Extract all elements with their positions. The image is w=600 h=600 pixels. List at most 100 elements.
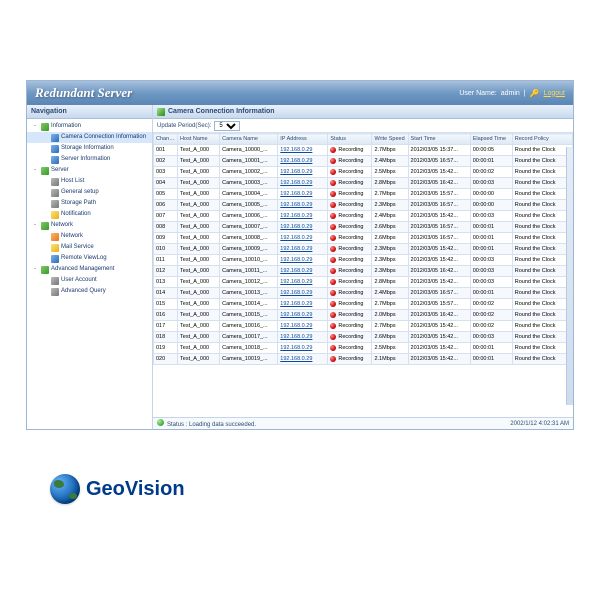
column-header[interactable]: Elapsed Time	[470, 134, 512, 145]
ip-link[interactable]: 192.168.0.29	[280, 334, 312, 340]
table-cell: 00:00:01	[470, 156, 512, 167]
logout-link[interactable]: Logout	[544, 90, 565, 97]
table-row[interactable]: 007Test_A_000Camera_10006_...192.168.0.2…	[154, 211, 573, 222]
table-row[interactable]: 020Test_A_000Camera_10019_...192.168.0.2…	[154, 354, 573, 365]
tree-item[interactable]: Storage Path	[27, 198, 152, 209]
navigation-tree[interactable]: -InformationCamera Connection Informatio…	[27, 119, 152, 429]
table-row[interactable]: 002Test_A_000Camera_10001_...192.168.0.2…	[154, 156, 573, 167]
collapse-icon[interactable]: -	[31, 123, 39, 131]
table-cell: Test_A_000	[178, 255, 220, 266]
table-row[interactable]: 014Test_A_000Camera_10013_...192.168.0.2…	[154, 288, 573, 299]
ip-link[interactable]: 192.168.0.29	[280, 202, 312, 208]
tree-item[interactable]: General setup	[27, 187, 152, 198]
tree-item[interactable]: -Network	[27, 220, 152, 231]
table-cell: 192.168.0.29	[278, 189, 328, 200]
ip-link[interactable]: 192.168.0.29	[280, 268, 312, 274]
tree-item[interactable]: Camera Connection Information	[27, 132, 152, 143]
table-row[interactable]: 001Test_A_000Camera_10000_...192.168.0.2…	[154, 145, 573, 156]
ip-link[interactable]: 192.168.0.29	[280, 301, 312, 307]
ip-link[interactable]: 192.168.0.29	[280, 191, 312, 197]
table-cell: 00:00:01	[470, 222, 512, 233]
table-row[interactable]: 018Test_A_000Camera_10017_...192.168.0.2…	[154, 332, 573, 343]
column-header[interactable]: Record Policy	[512, 134, 572, 145]
tree-item[interactable]: Notification	[27, 209, 152, 220]
table-cell: Camera_10003_...	[220, 178, 278, 189]
ip-link[interactable]: 192.168.0.29	[280, 235, 312, 241]
table-cell: 192.168.0.29	[278, 145, 328, 156]
collapse-icon[interactable]: -	[31, 167, 39, 175]
tree-item[interactable]: Advanced Query	[27, 286, 152, 297]
tree-item[interactable]: -Information	[27, 121, 152, 132]
tree-item[interactable]: Host List	[27, 176, 152, 187]
ip-link[interactable]: 192.168.0.29	[280, 279, 312, 285]
table-cell: 002	[154, 156, 178, 167]
status-label: Recording	[338, 301, 363, 307]
table-cell: 192.168.0.29	[278, 211, 328, 222]
tree-item[interactable]: Server Information	[27, 154, 152, 165]
tree-item[interactable]: Network	[27, 231, 152, 242]
recording-icon	[330, 235, 336, 241]
table-cell: 2012/03/05 15:57...	[408, 189, 470, 200]
table-row[interactable]: 008Test_A_000Camera_10007_...192.168.0.2…	[154, 222, 573, 233]
table-row[interactable]: 006Test_A_000Camera_10005_...192.168.0.2…	[154, 200, 573, 211]
tree-item[interactable]: Storage Information	[27, 143, 152, 154]
table-cell: 00:00:02	[470, 299, 512, 310]
brand-logo: GeoVision	[50, 474, 185, 504]
ip-link[interactable]: 192.168.0.29	[280, 312, 312, 318]
table-cell: Camera_10019_...	[220, 354, 278, 365]
ip-link[interactable]: 192.168.0.29	[280, 169, 312, 175]
table-row[interactable]: 019Test_A_000Camera_10018_...192.168.0.2…	[154, 343, 573, 354]
table-row[interactable]: 015Test_A_000Camera_10014_...192.168.0.2…	[154, 299, 573, 310]
update-period-select[interactable]: 5	[214, 121, 240, 131]
ip-link[interactable]: 192.168.0.29	[280, 345, 312, 351]
tree-spacer	[41, 211, 49, 219]
collapse-icon[interactable]: -	[31, 266, 39, 274]
collapse-icon[interactable]: -	[31, 222, 39, 230]
table-row[interactable]: 004Test_A_000Camera_10003_...192.168.0.2…	[154, 178, 573, 189]
table-cell: 00:00:03	[470, 255, 512, 266]
tree-item[interactable]: -Server	[27, 165, 152, 176]
column-header[interactable]: IP Address	[278, 134, 328, 145]
tree-item[interactable]: -Advanced Management	[27, 264, 152, 275]
column-header[interactable]: Host Name	[178, 134, 220, 145]
ip-link[interactable]: 192.168.0.29	[280, 246, 312, 252]
ip-link[interactable]: 192.168.0.29	[280, 158, 312, 164]
table-cell: 2.4Mbps	[372, 211, 408, 222]
table-cell: Test_A_000	[178, 156, 220, 167]
table-cell: Camera_10017_...	[220, 332, 278, 343]
table-cell: Round the Clock	[512, 288, 572, 299]
ip-link[interactable]: 192.168.0.29	[280, 290, 312, 296]
column-header[interactable]: Camera Name	[220, 134, 278, 145]
table-cell: Camera_10018_...	[220, 343, 278, 354]
table-cell: 004	[154, 178, 178, 189]
table-cell: 011	[154, 255, 178, 266]
ip-link[interactable]: 192.168.0.29	[280, 257, 312, 263]
table-row[interactable]: 005Test_A_000Camera_10004_...192.168.0.2…	[154, 189, 573, 200]
table-row[interactable]: 009Test_A_000Camera_10008_...192.168.0.2…	[154, 233, 573, 244]
table-row[interactable]: 016Test_A_000Camera_10015_...192.168.0.2…	[154, 310, 573, 321]
ip-link[interactable]: 192.168.0.29	[280, 213, 312, 219]
table-row[interactable]: 013Test_A_000Camera_10012_...192.168.0.2…	[154, 277, 573, 288]
tree-item[interactable]: Remote ViewLog	[27, 253, 152, 264]
recording-icon	[330, 334, 336, 340]
column-header[interactable]: Status	[328, 134, 372, 145]
tree-item[interactable]: User Account	[27, 275, 152, 286]
ip-link[interactable]: 192.168.0.29	[280, 356, 312, 362]
column-header[interactable]: Start Time	[408, 134, 470, 145]
tree-item[interactable]: Mail Service	[27, 242, 152, 253]
table-row[interactable]: 012Test_A_000Camera_10011_...192.168.0.2…	[154, 266, 573, 277]
table-row[interactable]: 003Test_A_000Camera_10002_...192.168.0.2…	[154, 167, 573, 178]
ip-link[interactable]: 192.168.0.29	[280, 224, 312, 230]
table-cell: 192.168.0.29	[278, 233, 328, 244]
table-wrapper[interactable]: Channel▲Host NameCamera NameIP AddressSt…	[153, 133, 573, 417]
table-row[interactable]: 011Test_A_000Camera_10010_...192.168.0.2…	[154, 255, 573, 266]
ip-link[interactable]: 192.168.0.29	[280, 147, 312, 153]
scrollbar-vertical[interactable]	[566, 147, 573, 405]
table-cell: 192.168.0.29	[278, 288, 328, 299]
column-header[interactable]: Channel▲	[154, 134, 178, 145]
column-header[interactable]: Write Speed	[372, 134, 408, 145]
ip-link[interactable]: 192.168.0.29	[280, 180, 312, 186]
table-row[interactable]: 017Test_A_000Camera_10016_...192.168.0.2…	[154, 321, 573, 332]
ip-link[interactable]: 192.168.0.29	[280, 323, 312, 329]
table-row[interactable]: 010Test_A_000Camera_10009_...192.168.0.2…	[154, 244, 573, 255]
